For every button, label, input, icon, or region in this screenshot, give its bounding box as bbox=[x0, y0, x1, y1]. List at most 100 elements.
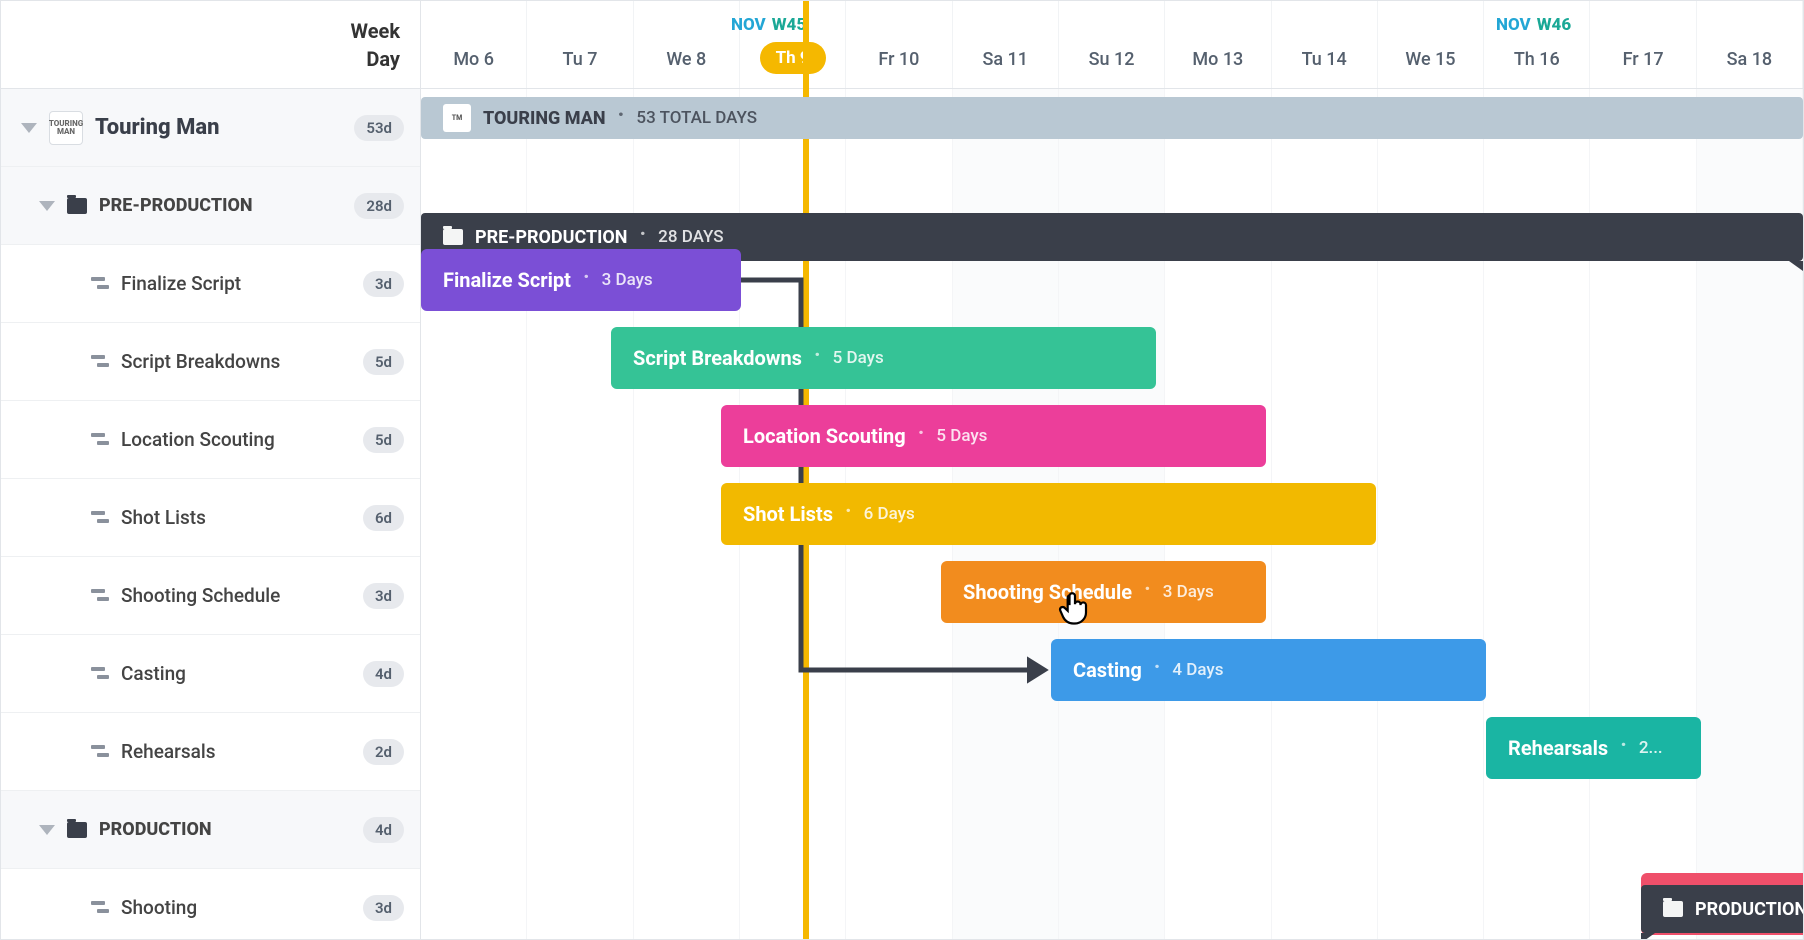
folder-icon bbox=[67, 198, 87, 214]
folder-label[interactable]: PRODUCTION bbox=[99, 819, 212, 840]
task-label[interactable]: Location Scouting bbox=[121, 428, 275, 451]
week-label: NOVW45 bbox=[731, 15, 806, 35]
sidebar-row-task[interactable]: Shot Lists 6d bbox=[1, 479, 420, 557]
task-label[interactable]: Shooting Schedule bbox=[121, 584, 280, 607]
gantt-bar-scouting[interactable]: Location Scouting · 5 Days bbox=[721, 405, 1266, 467]
bar-duration: 3 Days bbox=[1163, 582, 1214, 602]
today-pill: Th 9 bbox=[760, 42, 826, 74]
project-logo: TM bbox=[443, 104, 471, 132]
task-label[interactable]: Rehearsals bbox=[121, 740, 215, 763]
day-column-header[interactable]: Sa 11 bbox=[953, 1, 1059, 88]
folder-icon bbox=[67, 822, 87, 838]
gantt-bar-finalize[interactable]: Finalize Script · 3 Days bbox=[421, 249, 741, 311]
summary-label: TOURING MAN bbox=[483, 108, 606, 129]
summary-sub: 53 TOTAL DAYS bbox=[636, 108, 757, 128]
task-icon bbox=[91, 355, 109, 369]
task-duration-pill: 3d bbox=[363, 895, 404, 921]
task-icon bbox=[91, 589, 109, 603]
bar-label: Shooting Schedule bbox=[963, 580, 1132, 604]
bar-duration: 5 Days bbox=[936, 426, 987, 446]
summary-label: PRODUCTION bbox=[1695, 899, 1803, 920]
task-duration-pill: 3d bbox=[363, 271, 404, 297]
task-duration-pill: 2d bbox=[363, 739, 404, 765]
cursor-icon bbox=[1053, 585, 1097, 638]
gantt-bars: TM TOURING MAN · 53 TOTAL DAYS PRE-PRODU… bbox=[421, 89, 1803, 939]
sidebar-row-task[interactable]: Shooting Schedule 3d bbox=[1, 557, 420, 635]
sidebar-row-folder[interactable]: PRODUCTION 4d bbox=[1, 791, 420, 869]
task-duration-pill: 3d bbox=[363, 583, 404, 609]
week-label: NOVW46 bbox=[1496, 15, 1571, 35]
bar-label: Rehearsals bbox=[1508, 736, 1608, 760]
task-icon bbox=[91, 667, 109, 681]
gantt-summary-folder[interactable]: PRODUCTION · 4 bbox=[1641, 885, 1803, 933]
task-icon bbox=[91, 745, 109, 759]
gantt-bar-shotlists[interactable]: Shot Lists · 6 Days bbox=[721, 483, 1376, 545]
day-column-header[interactable]: Fr 17 bbox=[1590, 1, 1696, 88]
timeline[interactable]: Mo 6Tu 7We 8 Th 9 Fr 10Sa 11Su 12Mo 13Tu 1… bbox=[421, 1, 1803, 939]
sidebar-row-task[interactable]: Shooting 3d bbox=[1, 869, 420, 939]
sidebar: Week Day TOURINGMAN Touring Man 53d PRE-… bbox=[1, 1, 421, 939]
task-label[interactable]: Casting bbox=[121, 662, 186, 685]
summary-label: PRE-PRODUCTION bbox=[475, 227, 628, 248]
task-icon bbox=[91, 277, 109, 291]
task-label[interactable]: Shooting bbox=[121, 896, 197, 919]
sidebar-header: Week Day bbox=[1, 1, 420, 89]
day-column-header[interactable]: Mo 13 bbox=[1165, 1, 1271, 88]
sidebar-body: TOURINGMAN Touring Man 53d PRE-PRODUCTIO… bbox=[1, 89, 420, 939]
axis-label-day: Day bbox=[366, 45, 400, 73]
bar-duration: 5 Days bbox=[833, 348, 884, 368]
project-title[interactable]: Touring Man bbox=[95, 115, 219, 140]
task-label[interactable]: Shot Lists bbox=[121, 506, 206, 529]
gantt-bar-breakdowns[interactable]: Script Breakdowns · 5 Days bbox=[611, 327, 1156, 389]
folder-icon bbox=[1663, 901, 1683, 917]
sidebar-row-task[interactable]: Location Scouting 5d bbox=[1, 401, 420, 479]
day-column-header[interactable]: Mo 6 bbox=[421, 1, 527, 88]
task-icon bbox=[91, 901, 109, 915]
day-column-header[interactable]: Tu 14 bbox=[1272, 1, 1378, 88]
bar-label: Finalize Script bbox=[443, 268, 571, 292]
gantt-summary-project[interactable]: TM TOURING MAN · 53 TOTAL DAYS bbox=[421, 97, 1803, 139]
folder-label[interactable]: PRE-PRODUCTION bbox=[99, 195, 253, 216]
task-duration-pill: 4d bbox=[363, 661, 404, 687]
bar-label: Location Scouting bbox=[743, 424, 906, 448]
summary-sub: 28 DAYS bbox=[658, 227, 723, 247]
day-column-header[interactable]: Tu 7 bbox=[527, 1, 633, 88]
timeline-header: Mo 6Tu 7We 8 Th 9 Fr 10Sa 11Su 12Mo 13Tu 1… bbox=[421, 1, 1803, 89]
task-icon bbox=[91, 433, 109, 447]
day-column-header[interactable]: Fr 10 bbox=[846, 1, 952, 88]
folder-duration-pill: 28d bbox=[354, 193, 404, 219]
gantt-bar-shootsched[interactable]: Shooting Schedule · 3 Days bbox=[941, 561, 1266, 623]
project-logo: TOURINGMAN bbox=[49, 111, 83, 145]
sidebar-row-task[interactable]: Script Breakdowns 5d bbox=[1, 323, 420, 401]
folder-duration-pill: 4d bbox=[363, 817, 404, 843]
bar-duration: 4 Days bbox=[1172, 660, 1223, 680]
task-label[interactable]: Finalize Script bbox=[121, 272, 241, 295]
chevron-down-icon[interactable] bbox=[21, 123, 37, 133]
chevron-down-icon[interactable] bbox=[39, 825, 55, 835]
sidebar-row-task[interactable]: Finalize Script 3d bbox=[1, 245, 420, 323]
project-duration-pill: 53d bbox=[354, 115, 404, 141]
bar-label: Casting bbox=[1073, 658, 1142, 682]
chevron-down-icon[interactable] bbox=[39, 201, 55, 211]
day-column-header[interactable]: We 8 bbox=[634, 1, 740, 88]
bar-label: Script Breakdowns bbox=[633, 346, 802, 370]
folder-icon bbox=[443, 229, 463, 245]
task-duration-pill: 5d bbox=[363, 349, 404, 375]
sidebar-row-folder[interactable]: PRE-PRODUCTION 28d bbox=[1, 167, 420, 245]
bar-label: Shot Lists bbox=[743, 502, 833, 526]
sidebar-row-task[interactable]: Rehearsals 2d bbox=[1, 713, 420, 791]
gantt-bar-rehearsals[interactable]: Rehearsals · 2... bbox=[1486, 717, 1701, 779]
bar-duration: 6 Days bbox=[864, 504, 915, 524]
day-column-header[interactable]: Su 12 bbox=[1059, 1, 1165, 88]
timeline-body: TM TOURING MAN · 53 TOTAL DAYS PRE-PRODU… bbox=[421, 89, 1803, 939]
bar-duration: 3 Days bbox=[602, 270, 653, 290]
day-column-header[interactable]: We 15 bbox=[1378, 1, 1484, 88]
gantt-bar-casting[interactable]: Casting · 4 Days bbox=[1051, 639, 1486, 701]
axis-label-week: Week bbox=[351, 17, 400, 45]
task-label[interactable]: Script Breakdowns bbox=[121, 350, 280, 373]
day-column-header[interactable]: Sa 18 bbox=[1697, 1, 1803, 88]
sidebar-row-project[interactable]: TOURINGMAN Touring Man 53d bbox=[1, 89, 420, 167]
sidebar-row-task[interactable]: Casting 4d bbox=[1, 635, 420, 713]
task-icon bbox=[91, 511, 109, 525]
task-duration-pill: 5d bbox=[363, 427, 404, 453]
